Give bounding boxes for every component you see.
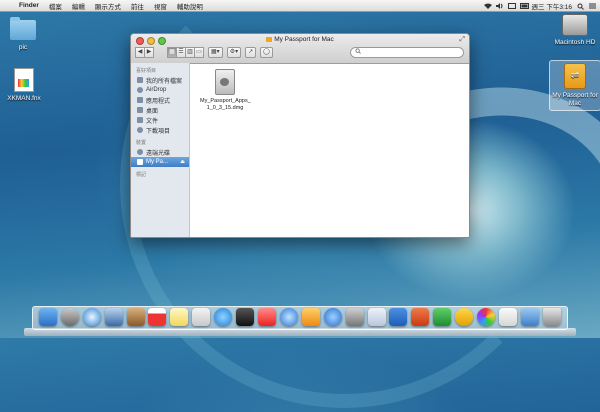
battery-icon[interactable]: [519, 2, 529, 9]
share-button[interactable]: ↗: [245, 46, 257, 58]
menu-go[interactable]: 前往: [126, 1, 149, 11]
volume-icon[interactable]: [495, 2, 503, 9]
input-method-icon[interactable]: [507, 2, 516, 9]
mail-dock-icon[interactable]: [104, 308, 123, 326]
finder-window: My Passport for Mac ⤢ ◀ ▶ ▦ ☰ ▥ ▭ ▦▾ ⚙▾ …: [130, 33, 470, 238]
system-preferences-dock-icon[interactable]: [345, 308, 364, 326]
dock: [32, 306, 568, 330]
eject-icon[interactable]: ⏏: [180, 159, 185, 165]
menu-file[interactable]: 檔案: [44, 1, 67, 11]
desktop-icon-xkman[interactable]: XKMAN.fnx: [4, 68, 44, 102]
window-titlebar[interactable]: My Passport for Mac ⤢ ◀ ▶ ▦ ☰ ▥ ▭ ▦▾ ⚙▾ …: [131, 34, 469, 64]
sidebar-heading-devices: 裝置: [136, 140, 147, 146]
reminders-dock-icon[interactable]: [192, 308, 211, 326]
itunes-dock-icon[interactable]: [279, 308, 298, 326]
sidebar-item-my-passport[interactable]: My Pa... ⏏: [131, 157, 189, 167]
toolbar: ◀ ▶ ▦ ☰ ▥ ▭ ▦▾ ⚙▾ ↗ ◯: [135, 46, 464, 58]
menu-bar: Finder 檔案 編輯 顯示方式 前往 視窗 輔助說明 週三 下午3:16: [0, 0, 600, 12]
clock[interactable]: 週三 下午3:16: [532, 1, 572, 11]
sidebar-item-downloads[interactable]: 下載項目: [131, 125, 189, 135]
ibooks-dock-icon[interactable]: [301, 308, 320, 326]
calendar-dock-icon[interactable]: [148, 308, 167, 326]
desktop-icon: [137, 107, 143, 113]
file-name-line2: 1_0_3_15.dmg: [206, 105, 244, 111]
spotlight-search-icon[interactable]: [577, 3, 584, 10]
sidebar-item-desktop[interactable]: 桌面: [131, 105, 189, 115]
search-input[interactable]: [350, 46, 464, 58]
contacts-dock-icon[interactable]: [126, 308, 145, 326]
powerpoint-dock-icon[interactable]: [411, 308, 430, 326]
menu-view[interactable]: 顯示方式: [90, 1, 126, 11]
documents-icon: [137, 117, 143, 123]
usb-drive-icon: [266, 36, 273, 42]
sidebar-heading-favorites: 喜好項目: [136, 68, 157, 74]
disc-icon: [137, 149, 143, 155]
document-icon: [14, 68, 34, 92]
disk-image-icon: [215, 69, 235, 95]
desktop-icon-label: pic: [18, 44, 28, 51]
file-item-dmg[interactable]: My_Passport_Apps_ 1_0_3_15.dmg: [200, 69, 251, 112]
menu-help[interactable]: 輔助說明: [172, 1, 208, 11]
chrome-dock-icon[interactable]: [477, 308, 496, 326]
forward-button[interactable]: ▶: [144, 46, 154, 58]
launchpad-dock-icon[interactable]: [60, 308, 79, 326]
notes-dock-icon[interactable]: [170, 308, 189, 326]
wifi-icon[interactable]: [483, 3, 492, 9]
hard-drive-icon: [562, 14, 588, 36]
desktop-icon-my-passport[interactable]: ⇌ My Passport for Mac: [549, 60, 600, 111]
tags-button[interactable]: ◯: [260, 46, 273, 58]
excel-dock-icon[interactable]: [433, 308, 452, 326]
usb-drive-icon: ⇌: [564, 63, 586, 89]
sidebar-item-all-my-files[interactable]: 我的所有檔案: [131, 75, 189, 85]
trash-dock-icon[interactable]: [542, 308, 561, 326]
fullscreen-icon[interactable]: ⤢: [459, 36, 465, 44]
file-browser-content[interactable]: My_Passport_Apps_ 1_0_3_15.dmg: [190, 63, 469, 237]
airdrop-icon: [137, 87, 143, 93]
cover-flow-button[interactable]: ▭: [194, 46, 204, 58]
desktop-icon-label: My Passport for Mac: [552, 92, 598, 107]
arrange-button[interactable]: ▦▾: [208, 46, 223, 58]
all-files-icon: [137, 77, 143, 83]
desktop-icon-label: XKMAN.fnx: [7, 95, 41, 102]
photo-booth-dock-icon[interactable]: [258, 308, 277, 326]
desktop-icon-pic[interactable]: pic: [6, 17, 40, 51]
sidebar-item-documents[interactable]: 文件: [131, 115, 189, 125]
desktop-icon-macintosh-hd[interactable]: Macintosh HD: [552, 14, 598, 46]
file-name-line1: My_Passport_Apps_: [200, 98, 251, 104]
messages-dock-icon[interactable]: [214, 308, 233, 326]
applications-icon: [137, 97, 143, 103]
preview-dock-icon[interactable]: [367, 308, 386, 326]
view-mode-buttons: ▦ ☰ ▥ ▭: [167, 46, 204, 58]
safari-dock-icon[interactable]: [82, 308, 101, 326]
sidebar-item-airdrop[interactable]: AirDrop: [131, 85, 189, 95]
finder-dock-icon[interactable]: [38, 308, 57, 326]
external-drive-icon: [137, 159, 143, 165]
sidebar: 喜好項目 我的所有檔案 AirDrop 應用程式 桌面 文件 下載項目 裝置 遠…: [131, 63, 190, 237]
window-title: My Passport for Mac: [131, 36, 469, 43]
notification-center-icon[interactable]: [589, 3, 596, 9]
downloads-icon: [137, 127, 143, 133]
sidebar-item-remote-disc[interactable]: 遠端光碟: [131, 147, 189, 157]
nav-buttons: ◀ ▶: [135, 46, 154, 58]
outlook-dock-icon[interactable]: [455, 308, 474, 326]
desktop-icon-label: Macintosh HD: [554, 39, 596, 46]
downloads-stack-dock-icon[interactable]: [520, 308, 539, 326]
sidebar-heading-tags: 標記: [136, 172, 147, 178]
status-area: 週三 下午3:16: [483, 1, 600, 11]
action-gear-button[interactable]: ⚙▾: [226, 46, 242, 58]
word-dock-icon[interactable]: [389, 308, 408, 326]
folder-icon: [10, 17, 36, 40]
menu-app-finder[interactable]: Finder: [14, 2, 44, 9]
facetime-dock-icon[interactable]: [236, 308, 255, 326]
app-store-dock-icon[interactable]: [323, 308, 342, 326]
search-icon: [355, 47, 361, 54]
sidebar-item-applications[interactable]: 應用程式: [131, 95, 189, 105]
menu-edit[interactable]: 編輯: [67, 1, 90, 11]
document-stack-dock-icon[interactable]: [498, 308, 517, 326]
menu-window[interactable]: 視窗: [149, 1, 172, 11]
